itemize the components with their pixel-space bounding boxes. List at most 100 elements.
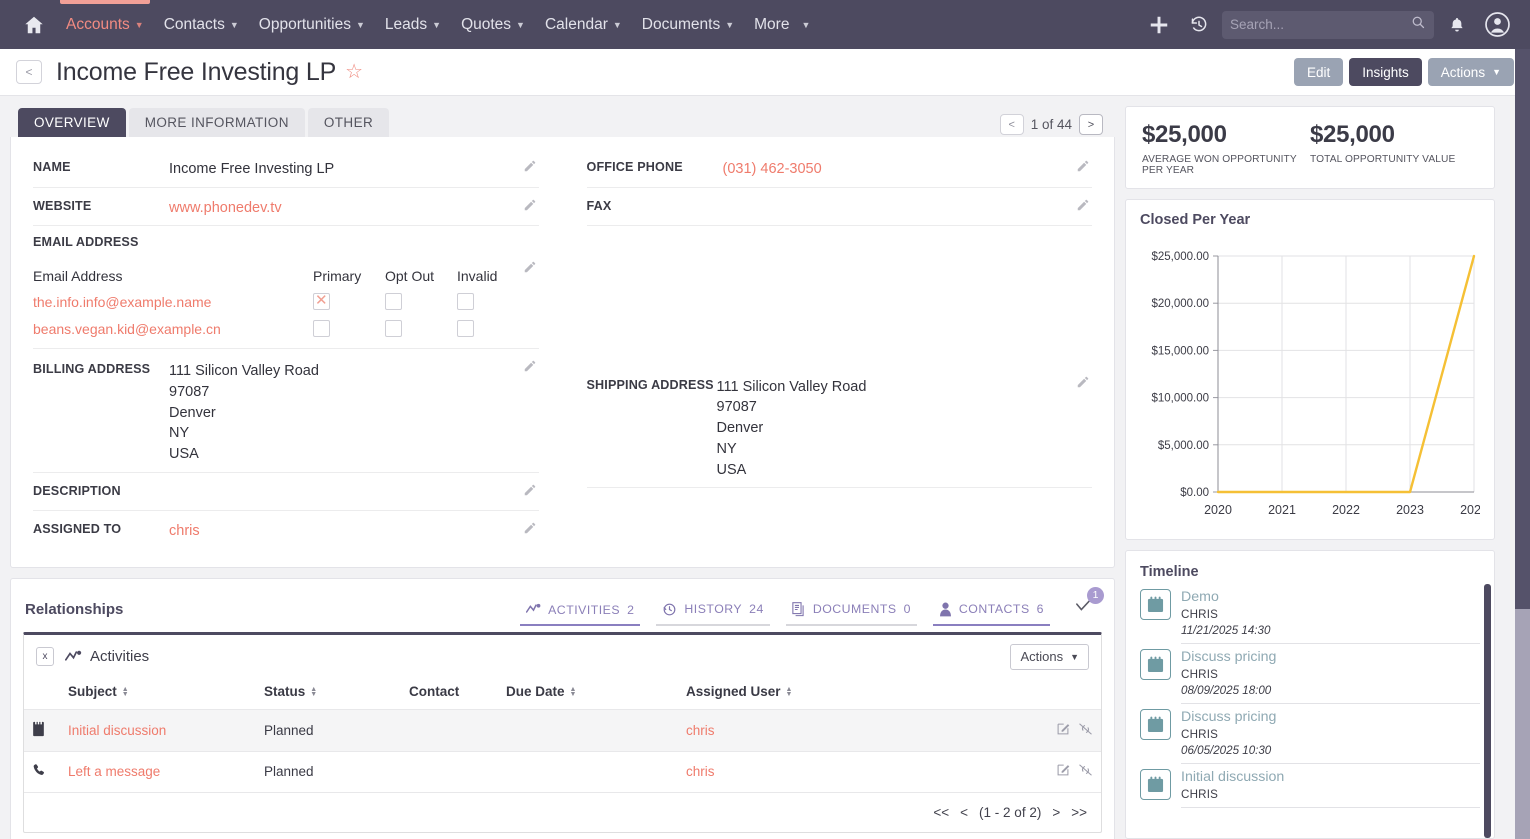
star-outline-icon[interactable]: ☆ (345, 62, 363, 82)
email-invalid-checkbox[interactable] (457, 293, 474, 310)
address-line: Denver (717, 418, 1093, 439)
user-avatar-icon[interactable] (1480, 8, 1514, 42)
tab-more-information[interactable]: MORE INFORMATION (129, 108, 305, 137)
page-last-button[interactable]: >> (1071, 805, 1087, 820)
email-address-link[interactable]: the.info.info@example.name (33, 294, 313, 310)
list-item[interactable]: Discuss pricing CHRIS 06/05/2025 10:30 (1140, 709, 1480, 769)
col-due-date[interactable]: Due Date▲▼ (498, 678, 678, 710)
home-icon[interactable] (12, 14, 56, 36)
nav-label: Contacts (164, 16, 225, 34)
col-status[interactable]: Status▲▼ (256, 678, 401, 710)
page-next-button[interactable]: > (1052, 805, 1060, 820)
activity-subject-link[interactable]: Initial discussion (68, 723, 166, 738)
nav-item-documents[interactable]: Documents▼ (632, 0, 744, 49)
nav-item-leads[interactable]: Leads▼ (375, 0, 451, 49)
col-subject[interactable]: Subject▲▼ (60, 678, 256, 710)
page-scrollbar[interactable] (1515, 49, 1530, 839)
unlink-row-icon[interactable] (1078, 763, 1093, 780)
timeline-item-date: 11/21/2025 14:30 (1181, 624, 1480, 637)
list-item[interactable]: Discuss pricing CHRIS 08/09/2025 18:00 (1140, 649, 1480, 709)
history-clock-icon[interactable] (1182, 8, 1216, 42)
rel-tab-label: HISTORY (684, 602, 742, 616)
tab-overview[interactable]: OVERVIEW (18, 108, 126, 137)
timeline-item-title[interactable]: Initial discussion (1181, 769, 1480, 785)
nav-item-more[interactable]: More▼ (744, 0, 820, 49)
activities-subpanel-header: x Activities Actions▼ (24, 635, 1101, 678)
email-primary-checkbox[interactable] (313, 320, 330, 337)
edit-row-icon[interactable] (1056, 763, 1070, 780)
actions-label: Actions (1020, 649, 1063, 664)
pager-prev-button[interactable]: < (1000, 114, 1024, 135)
activities-actions-button[interactable]: Actions▼ (1010, 644, 1089, 670)
edit-pencil-icon[interactable] (523, 198, 537, 212)
edit-pencil-icon[interactable] (1076, 375, 1090, 389)
nav-item-calendar[interactable]: Calendar▼ (535, 0, 632, 49)
email-optout-checkbox[interactable] (385, 293, 402, 310)
search-box[interactable] (1222, 11, 1434, 39)
edit-pencil-icon[interactable] (1076, 159, 1090, 173)
cell-assigned-user[interactable]: chris (678, 751, 1031, 792)
shipping-address-value: 111 Silicon Valley Road 97087 Denver NY … (717, 376, 1093, 481)
bell-icon[interactable] (1440, 8, 1474, 42)
list-item[interactable]: Demo CHRIS 11/21/2025 14:30 (1140, 589, 1480, 649)
table-row[interactable]: Left a message Planned chris (24, 751, 1101, 792)
timeline-scrollbar[interactable] (1484, 584, 1491, 838)
cell-subject[interactable]: Left a message (60, 751, 256, 792)
chevron-down-icon: ▼ (356, 20, 365, 30)
col-assigned-user[interactable]: Assigned User▲▼ (678, 678, 1031, 710)
edit-pencil-icon[interactable] (523, 359, 537, 373)
edit-pencil-icon[interactable] (523, 260, 537, 274)
nav-item-accounts[interactable]: Accounts▼ (56, 0, 154, 49)
edit-pencil-icon[interactable] (523, 159, 537, 173)
page-first-button[interactable]: << (933, 805, 949, 820)
cell-assigned-user[interactable]: chris (678, 709, 1031, 751)
unlink-row-icon[interactable] (1078, 722, 1093, 739)
list-item[interactable]: Initial discussion CHRIS (1140, 769, 1480, 813)
activity-subject-link[interactable]: Left a message (68, 764, 160, 779)
insights-button[interactable]: Insights (1349, 58, 1422, 86)
office-phone-link[interactable]: (031) 462-3050 (723, 158, 1093, 180)
edit-button[interactable]: Edit (1294, 58, 1343, 86)
rel-tab-history[interactable]: HISTORY 24 (656, 602, 769, 626)
actions-button[interactable]: Actions▼ (1428, 58, 1514, 86)
activities-header-row: Subject▲▼ Status▲▼ Contact Due Date▲▼ As… (24, 678, 1101, 710)
table-row[interactable]: Initial discussion Planned chris (24, 709, 1101, 751)
email-address-link[interactable]: beans.vegan.kid@example.cn (33, 321, 313, 337)
back-button[interactable]: < (16, 60, 42, 84)
edit-pencil-icon[interactable] (1076, 198, 1090, 212)
rel-tab-documents[interactable]: DOCUMENTS 0 (786, 602, 917, 626)
timeline-item-title[interactable]: Discuss pricing (1181, 649, 1480, 665)
field-value-website-link[interactable]: www.phonedev.tv (169, 197, 539, 219)
nav-item-opportunities[interactable]: Opportunities▼ (249, 0, 375, 49)
timeline-item-title[interactable]: Demo (1181, 589, 1480, 605)
plus-icon[interactable] (1142, 8, 1176, 42)
email-invalid-checkbox[interactable] (457, 320, 474, 337)
assigned-user-link[interactable]: chris (686, 764, 715, 779)
insight-total-value: $25,000 TOTAL OPPORTUNITY VALUE (1310, 121, 1478, 176)
page-scrollbar-thumb[interactable] (1515, 49, 1530, 609)
edit-pencil-icon[interactable] (523, 521, 537, 535)
nav-item-contacts[interactable]: Contacts▼ (154, 0, 249, 49)
pager-next-button[interactable]: > (1079, 114, 1103, 135)
timeline-body: Discuss pricing CHRIS 08/09/2025 18:00 (1181, 649, 1480, 704)
edit-row-icon[interactable] (1056, 722, 1070, 739)
nav-item-quotes[interactable]: Quotes▼ (451, 0, 535, 49)
email-optout-checkbox[interactable] (385, 320, 402, 337)
address-line: Denver (169, 403, 539, 424)
search-input[interactable] (1230, 17, 1411, 32)
email-primary-checkbox[interactable] (313, 293, 330, 310)
col-subject-label: Subject (68, 684, 117, 699)
tab-other[interactable]: OTHER (308, 108, 389, 137)
edit-pencil-icon[interactable] (523, 483, 537, 497)
relationships-check-toggle[interactable]: 1 (1066, 595, 1100, 626)
timeline-item-date: 06/05/2025 10:30 (1181, 744, 1480, 757)
cell-subject[interactable]: Initial discussion (60, 709, 256, 751)
timeline-item-title[interactable]: Discuss pricing (1181, 709, 1480, 725)
assigned-user-link[interactable]: chris (686, 723, 715, 738)
page-prev-button[interactable]: < (960, 805, 968, 820)
assigned-user-link[interactable]: chris (169, 520, 539, 542)
rel-tab-activities[interactable]: ACTIVITIES 2 (520, 603, 640, 626)
search-icon (1411, 15, 1426, 35)
close-icon[interactable]: x (36, 647, 54, 666)
rel-tab-contacts[interactable]: CONTACTS 6 (933, 602, 1050, 626)
